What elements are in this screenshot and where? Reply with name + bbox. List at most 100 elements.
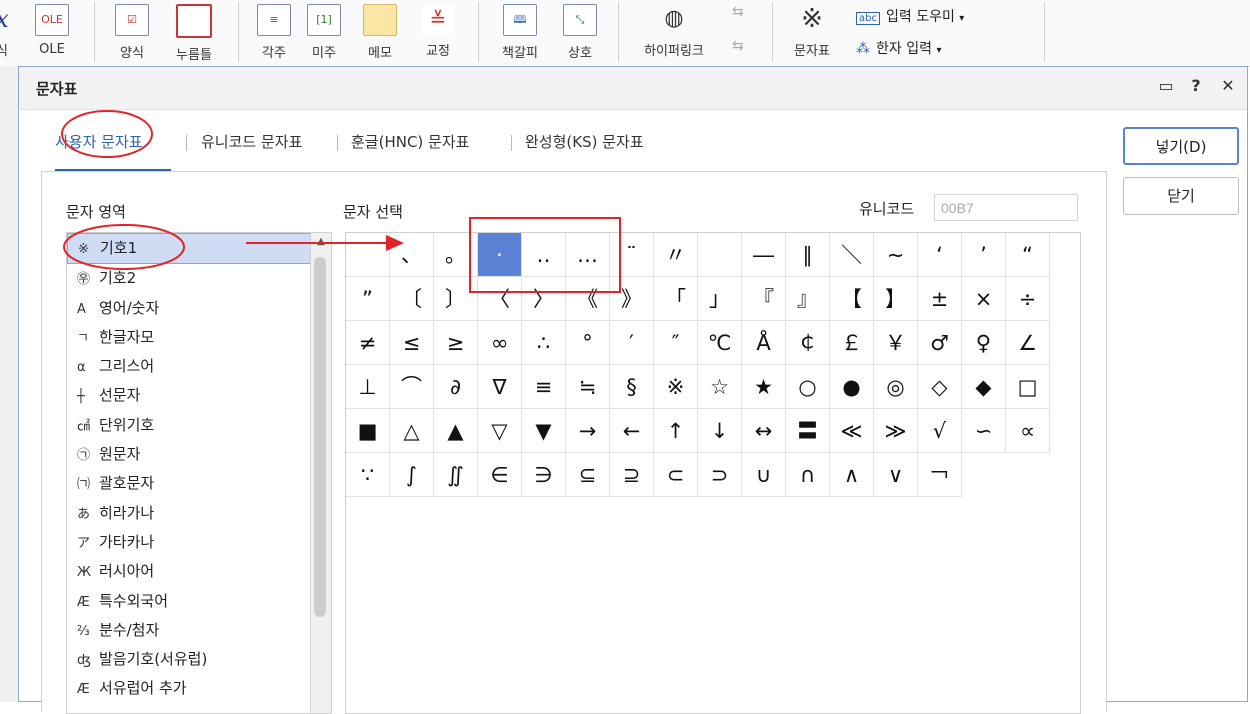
char-cell[interactable]: ×	[962, 277, 1006, 321]
category-item[interactable]: ㉾ 기호2	[67, 264, 311, 293]
char-cell[interactable]: 【	[830, 277, 874, 321]
comment-icon[interactable]: ▭	[1155, 76, 1177, 95]
char-cell[interactable]: 〃	[654, 233, 698, 277]
char-cell[interactable]: ∵	[346, 453, 390, 497]
char-cell[interactable]: ★	[742, 365, 786, 409]
char-cell[interactable]: ↑	[654, 409, 698, 453]
char-cell[interactable]: ￠	[786, 321, 830, 365]
tab-unicode-charmap[interactable]: 유니코드 문자표	[201, 131, 302, 152]
char-cell[interactable]: ≒	[566, 365, 610, 409]
unicode-field[interactable]	[934, 194, 1078, 221]
char-cell[interactable]: ∽	[962, 409, 1006, 453]
char-cell[interactable]: ÷	[1006, 277, 1050, 321]
char-cell[interactable]: ≪	[830, 409, 874, 453]
category-item[interactable]: ʤ 발음기호(서유럽)	[67, 645, 311, 674]
char-cell[interactable]: ¨	[610, 233, 654, 277]
category-item[interactable]: ㄱ 한글자모	[67, 323, 311, 352]
char-cell[interactable]: °	[566, 321, 610, 365]
tab-ks-charmap[interactable]: 완성형(KS) 문자표	[525, 131, 644, 152]
char-cell[interactable]: ￥	[874, 321, 918, 365]
char-cell[interactable]: Å	[742, 321, 786, 365]
tab-user-charmap[interactable]: 사용자 문자표	[55, 131, 143, 152]
ribbon-ole-button[interactable]: OLE OLE	[24, 4, 80, 57]
char-cell[interactable]: 』	[786, 277, 830, 321]
char-cell[interactable]: 〕	[434, 277, 478, 321]
category-item[interactable]: ⅔ 분수/첨자	[67, 616, 311, 645]
char-cell[interactable]: ∴	[522, 321, 566, 365]
char-cell[interactable]: ⊂	[654, 453, 698, 497]
char-cell[interactable]: ▽	[478, 409, 522, 453]
char-cell[interactable]: 〉	[522, 277, 566, 321]
ribbon-memo-button[interactable]: 메모	[352, 4, 408, 61]
char-cell[interactable]: ↔	[742, 409, 786, 453]
char-cell[interactable]: ’	[962, 233, 1006, 277]
char-cell[interactable]: 『	[742, 277, 786, 321]
char-cell[interactable]: □	[1006, 365, 1050, 409]
char-cell[interactable]: ‥	[522, 233, 566, 277]
char-cell[interactable]: ≠	[346, 321, 390, 365]
char-cell[interactable]: ≤	[390, 321, 434, 365]
ribbon-crossref-button[interactable]: ⤡ 상호	[552, 4, 608, 61]
category-item[interactable]: ㉠ 원문자	[67, 440, 311, 469]
char-cell[interactable]: ※	[654, 365, 698, 409]
char-cell[interactable]: ☆	[698, 365, 742, 409]
char-cell[interactable]: √	[918, 409, 962, 453]
char-cell[interactable]: ⊃	[698, 453, 742, 497]
char-cell[interactable]: 「	[654, 277, 698, 321]
ribbon-form-button[interactable]: ☑ 양식	[104, 4, 160, 61]
char-cell[interactable]: △	[390, 409, 434, 453]
char-cell[interactable]: ＼	[830, 233, 874, 277]
char-cell[interactable]: ≥	[434, 321, 478, 365]
category-item[interactable]: ㈀ 괄호문자	[67, 469, 311, 498]
char-cell[interactable]: ●	[830, 365, 874, 409]
char-cell[interactable]: ∞	[478, 321, 522, 365]
category-item[interactable]: Ж 러시아어	[67, 557, 311, 586]
char-cell[interactable]: ∼	[874, 233, 918, 277]
char-cell[interactable]: ←	[610, 409, 654, 453]
char-cell[interactable]: ”	[346, 277, 390, 321]
tab-hnc-charmap[interactable]: 훈글(HNC) 문자표	[351, 131, 469, 152]
char-cell[interactable]: ￢	[918, 453, 962, 497]
close-icon[interactable]: ✕	[1217, 76, 1239, 95]
category-item[interactable]: ア 가타카나	[67, 528, 311, 557]
category-item[interactable]: ┼ 선문자	[67, 381, 311, 410]
char-cell[interactable]: 》	[610, 277, 654, 321]
char-cell[interactable]: ∝	[1006, 409, 1050, 453]
insert-button[interactable]: 넣기(D)	[1123, 127, 1239, 165]
char-cell[interactable]: ◇	[918, 365, 962, 409]
category-scrollbar[interactable]: ▲	[310, 232, 332, 714]
char-cell[interactable]: ′	[610, 321, 654, 365]
char-cell[interactable]: ◎	[874, 365, 918, 409]
char-cell[interactable]: ▼	[522, 409, 566, 453]
char-cell[interactable]: ­	[698, 233, 742, 277]
char-cell[interactable]: ○	[786, 365, 830, 409]
char-cell[interactable]: ♂	[918, 321, 962, 365]
char-cell[interactable]: 】	[874, 277, 918, 321]
char-cell[interactable]: ↓	[698, 409, 742, 453]
ribbon-bookmark-button[interactable]: 🕮 책갈피	[492, 4, 548, 61]
char-cell[interactable]: ∈	[478, 453, 522, 497]
char-cell[interactable]	[346, 233, 390, 277]
category-item[interactable]: A 영어/숫자	[67, 294, 311, 323]
char-cell[interactable]: →	[566, 409, 610, 453]
char-cell[interactable]: ″	[654, 321, 698, 365]
char-cell[interactable]: 《	[566, 277, 610, 321]
ribbon-field-button[interactable]: 누름틀	[166, 4, 222, 63]
close-button[interactable]: 닫기	[1123, 177, 1239, 215]
char-cell[interactable]: ♀	[962, 321, 1006, 365]
char-cell[interactable]: ∥	[786, 233, 830, 277]
category-item[interactable]: あ 히라가나	[67, 499, 311, 528]
char-cell[interactable]: “	[1006, 233, 1050, 277]
char-cell[interactable]: ‘	[918, 233, 962, 277]
category-item[interactable]: ※ 기호1	[67, 233, 311, 265]
char-cell[interactable]: 」	[698, 277, 742, 321]
scroll-up-icon[interactable]: ▲	[311, 233, 331, 251]
char-cell[interactable]: ∧	[830, 453, 874, 497]
ribbon-footnote-button[interactable]: ≡ 각주	[246, 4, 302, 61]
char-cell[interactable]: ≫	[874, 409, 918, 453]
char-cell[interactable]: ∬	[434, 453, 478, 497]
hanja-input-button[interactable]: ⁂ 한자 입력 ▾	[856, 38, 941, 58]
char-cell[interactable]: ⊆	[566, 453, 610, 497]
ribbon-proofread-button[interactable]: ≚ 교정	[410, 4, 466, 59]
category-item[interactable]: Æ 서유럽어 추가	[67, 674, 311, 703]
